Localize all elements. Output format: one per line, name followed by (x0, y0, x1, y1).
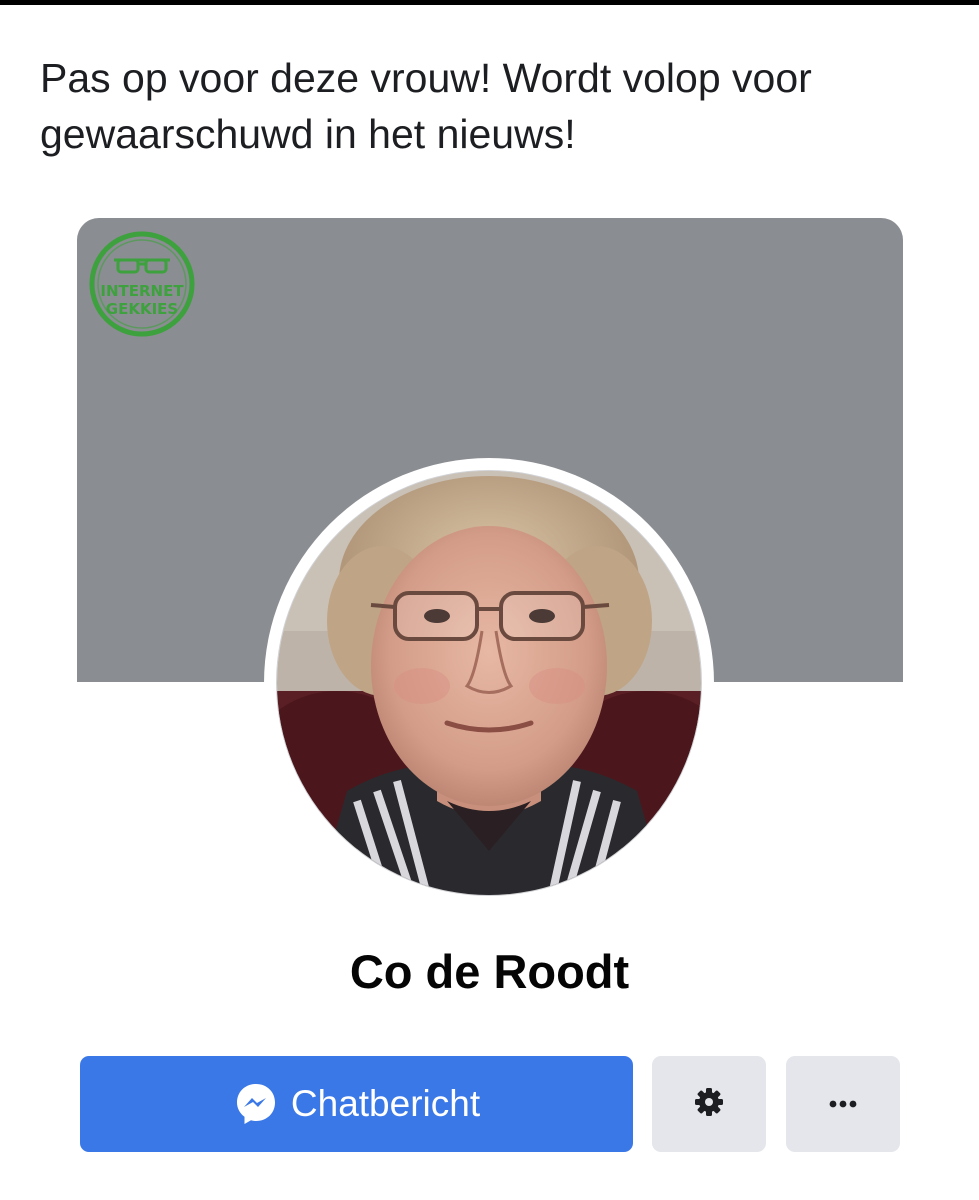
chat-message-label: Chatbericht (290, 1083, 481, 1124)
watermark-line2: GEKKIES (106, 300, 178, 318)
messenger-icon (233, 1081, 279, 1127)
post-text: Pas op voor deze vrouw! Wordt volop voor… (40, 55, 812, 157)
profile-name: Co de Roodt (349, 945, 630, 998)
chat-message-button[interactable]: Chatbericht (80, 1056, 633, 1152)
watermark-logo: INTERNET GEKKIES (88, 230, 196, 338)
more-options-button[interactable] (786, 1056, 900, 1152)
more-dots-icon (829, 1095, 857, 1113)
settings-button[interactable] (652, 1056, 766, 1152)
watermark-line1: INTERNET (100, 282, 184, 300)
top-border (0, 0, 979, 5)
gear-icon (694, 1087, 724, 1122)
profile-picture-frame[interactable] (264, 458, 714, 908)
profile-picture[interactable] (277, 471, 701, 895)
